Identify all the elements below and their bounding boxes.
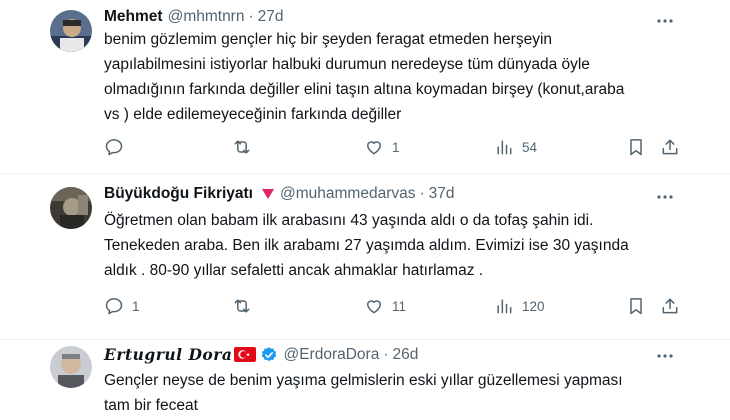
tweet-header: Büyükdoğu Fikriyatı @muhammedarvas · 37d [104,185,455,203]
retweet-icon [234,140,250,154]
tweet-text-line: yapılabilmesini istiyorlar halbuki durum… [104,56,590,73]
separator-dot: · [419,185,425,202]
like-button[interactable]: 11 [364,296,406,316]
reply-button[interactable]: 1 [104,296,140,316]
tweet-text-line: aldık . 80-90 yıllar sefaletti ancak ahm… [104,262,484,279]
tweet-text-line: vs ) elde edilemeyeceğinin farkında deği… [104,106,402,123]
tweet-text-line: Öğretmen olan babam ilk arabasını 43 yaş… [104,212,594,229]
views-button[interactable]: 120 [494,296,545,316]
bookmark-button[interactable] [626,137,646,157]
separator-dot: · [383,345,389,363]
reply-icon [105,298,123,315]
views-count: 120 [522,298,545,314]
retweet-button[interactable] [232,137,260,157]
avatar[interactable] [50,187,92,229]
timestamp[interactable]: 27d [258,8,284,26]
tweet[interactable]: Ertugrul Dora @ErdoraDora · 26d Gençler … [0,340,730,420]
tweet[interactable]: Mehmet @mhmtnrn · 27d benim gözlemim gen… [0,0,730,174]
views-count: 54 [522,139,538,155]
retweet-icon [234,299,250,313]
verified-icon [260,346,278,364]
tweet-text-line: benim gözlemim gençler hiç bir şeyden fe… [104,31,553,48]
tweet-header: Ertugrul Dora @ErdoraDora · 26d [104,345,418,364]
like-icon [367,300,381,314]
reply-button[interactable] [104,137,132,157]
tweet-text: benim gözlemim gençler hiç bir şeyden fe… [104,27,694,127]
like-button[interactable]: 1 [364,137,400,157]
reply-count: 1 [132,298,140,314]
author-handle[interactable]: @ErdoraDora [283,346,379,364]
tweet-actions: 1 54 [0,137,730,161]
share-button[interactable] [660,296,680,316]
reply-icon [105,139,123,156]
tweet-header: Mehmet @mhmtnrn · 27d [104,8,284,26]
avatar[interactable] [50,10,92,52]
more-icon[interactable] [654,345,676,367]
author-name[interactable]: Ertugrul Dora [104,345,232,364]
author-name[interactable]: Mehmet [104,8,163,26]
share-icon [662,298,678,314]
author-name[interactable]: Büyükdoğu Fikriyatı [104,185,253,203]
like-count: 11 [392,298,407,314]
share-icon [662,139,678,155]
tweet-text-line: olmadığının farkında değiller elini taşı… [104,81,625,98]
separator-dot: · [248,8,254,25]
share-button[interactable] [660,137,680,157]
tweet-actions: 1 11 120 [0,296,730,320]
views-icon [497,140,512,155]
turkey-flag-icon [234,347,257,362]
tweet-text-line: Gençler neyse de benim yaşıma gelmisleri… [104,372,623,389]
views-icon [497,299,512,314]
avatar[interactable] [50,346,92,388]
tweet-text-line: Tenekeden araba. Ben ilk arabamı 27 yaşı… [104,237,629,254]
author-handle[interactable]: @mhmtnrn [168,8,245,26]
like-icon [367,141,381,155]
bookmark-icon [630,139,642,156]
tweet-text: Öğretmen olan babam ilk arabasını 43 yaş… [104,208,694,283]
red-triangle-icon [261,188,275,200]
tweet[interactable]: Büyükdoğu Fikriyatı @muhammedarvas · 37d… [0,174,730,340]
timestamp[interactable]: 26d [393,346,419,364]
timestamp[interactable]: 37d [429,185,455,203]
author-handle[interactable]: @muhammedarvas [280,185,415,203]
more-icon[interactable] [654,186,676,208]
bookmark-button[interactable] [626,296,646,316]
retweet-button[interactable] [232,296,260,316]
tweet-text: Gençler neyse de benim yaşıma gelmisleri… [104,368,694,418]
like-count: 1 [392,139,400,155]
views-button[interactable]: 54 [494,137,537,157]
tweet-text-line: tam bir feceat [104,397,198,414]
bookmark-icon [630,298,642,315]
